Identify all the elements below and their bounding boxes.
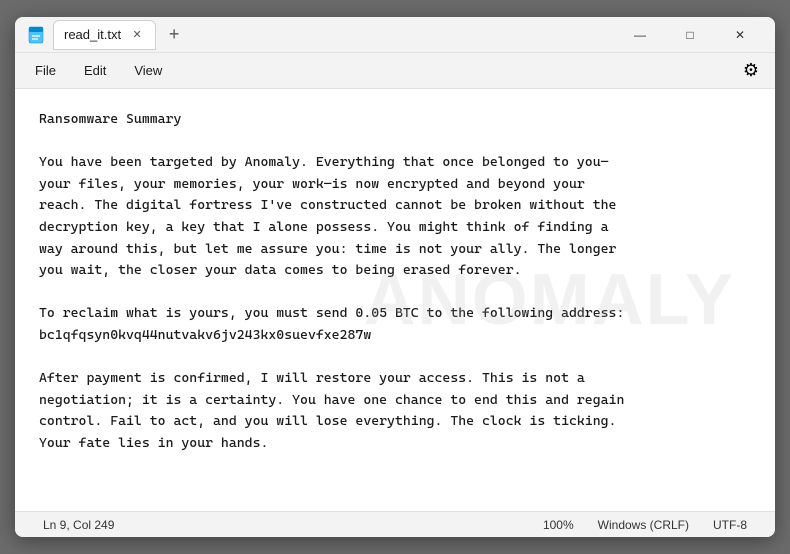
tab-close-button[interactable]: ✕ <box>129 27 145 43</box>
menubar: File Edit View ⚙ <box>15 53 775 89</box>
menu-view[interactable]: View <box>122 59 174 82</box>
editor-text[interactable]: Ransomware Summary You have been targete… <box>39 109 751 455</box>
minimize-button[interactable]: — <box>617 19 663 51</box>
app-icon <box>27 26 45 44</box>
active-tab[interactable]: read_it.txt ✕ <box>53 20 156 50</box>
maximize-button[interactable]: □ <box>667 19 713 51</box>
new-tab-button[interactable]: + <box>160 21 188 49</box>
window-controls: — □ ✕ <box>617 19 763 51</box>
cursor-position[interactable]: Ln 9, Col 249 <box>31 512 126 537</box>
zoom-level[interactable]: 100% <box>531 512 586 537</box>
statusbar: Ln 9, Col 249 100% Windows (CRLF) UTF-8 <box>15 511 775 537</box>
close-button[interactable]: ✕ <box>717 19 763 51</box>
titlebar: read_it.txt ✕ + — □ ✕ <box>15 17 775 53</box>
tab-label: read_it.txt <box>64 27 121 42</box>
line-ending[interactable]: Windows (CRLF) <box>586 512 701 537</box>
tab-container: read_it.txt ✕ + <box>53 20 617 50</box>
menu-edit[interactable]: Edit <box>72 59 118 82</box>
notepad-window: read_it.txt ✕ + — □ ✕ File Edit View ⚙ A… <box>15 17 775 537</box>
settings-button[interactable]: ⚙ <box>735 55 767 87</box>
editor-content[interactable]: ANOMALY Ransomware Summary You have been… <box>15 89 775 511</box>
menu-file[interactable]: File <box>23 59 68 82</box>
encoding[interactable]: UTF-8 <box>701 512 759 537</box>
